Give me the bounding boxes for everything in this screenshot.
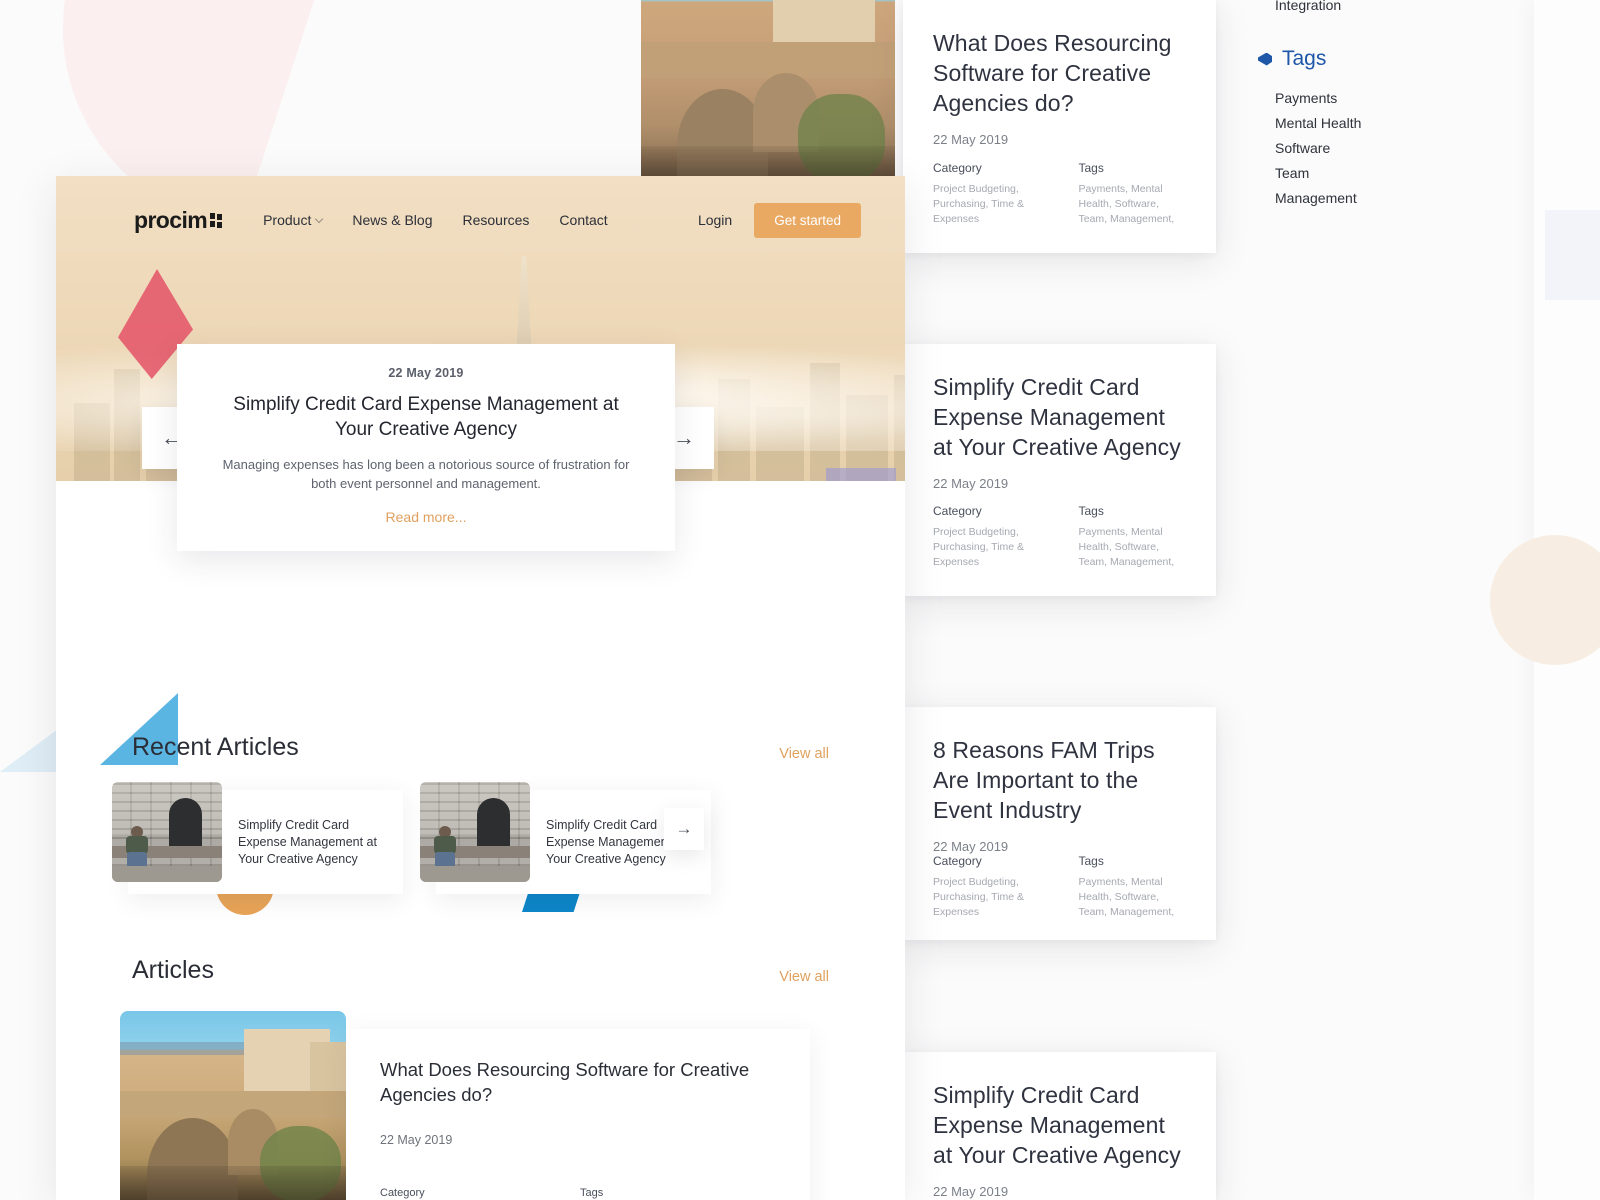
chevron-down-icon (315, 214, 324, 223)
tags-title: Tags (1282, 47, 1327, 70)
featured-article-meta: Category Project Budgeting, Purchasing, … (380, 1187, 776, 1200)
category-value: Project Budgeting, Purchasing, Time & Ex… (933, 876, 1025, 918)
main-app-panel: procim Product News & Blog Resources Con… (56, 176, 905, 1200)
article-meta: Category Project Budgeting, Purchasing, … (933, 504, 1186, 574)
article-thumbnail-bridge (641, 0, 895, 204)
sidebar-fragment: Integration Tags Payments Mental Health … (1258, 0, 1488, 210)
logo[interactable]: procim (134, 207, 223, 234)
tag-icon (1258, 52, 1272, 66)
read-more-link[interactable]: Read more... (217, 509, 635, 525)
article-date: 22 May 2019 (933, 476, 1009, 491)
floating-article-card[interactable]: Simplify Credit Card Expense Management … (903, 1052, 1216, 1200)
recent-articles-header: Recent Articles View all (56, 733, 905, 762)
section-title: Articles (132, 956, 214, 984)
featured-article-title: What Does Resourcing Software for Creati… (380, 1059, 750, 1105)
tags-value: Payments, Mental Health, Software, Team,… (1078, 526, 1175, 568)
category-label: Category (380, 1187, 425, 1199)
recent-articles-section: Recent Articles View all Simplify Credit… (56, 693, 905, 915)
article-date: 22 May 2019 (933, 1184, 1009, 1199)
sidebar-tag-software[interactable]: Software (1258, 135, 1488, 160)
featured-article-date: 22 May 2019 (380, 1133, 453, 1147)
peach-circle-shape (1490, 535, 1600, 665)
tags-label: Tags (1078, 854, 1104, 868)
article-date: 22 May 2019 (933, 132, 1009, 147)
category-value: Project Budgeting, Purchasing, Time & Ex… (933, 526, 1025, 568)
sidebar-tag-management[interactable]: Management (1258, 185, 1488, 210)
hero-slide-card[interactable]: 22 May 2019 Simplify Credit Card Expense… (177, 344, 675, 551)
tags-label: Tags (1078, 161, 1104, 175)
featured-article-card[interactable]: What Does Resourcing Software for Creati… (346, 1029, 810, 1200)
lilac-rect-shape (1545, 210, 1600, 300)
sidebar-tag-team[interactable]: Team (1258, 160, 1488, 185)
category-label: Category (933, 161, 982, 175)
logo-text: procim (134, 206, 208, 233)
category-label: Category (933, 854, 982, 868)
slide-date: 22 May 2019 (388, 366, 464, 380)
tags-value: Payments, Mental Health, Software, Team,… (1078, 183, 1175, 225)
category-label: Category (933, 504, 982, 518)
recent-article-card[interactable]: Simplify Credit Card Expense Management … (112, 782, 403, 894)
article-thumbnail (112, 782, 222, 882)
nav-item-product[interactable]: Product (263, 212, 324, 228)
floating-article-card[interactable]: 8 Reasons FAM Trips Are Important to the… (903, 707, 1216, 940)
sidebar-item-integration[interactable]: Integration (1258, 0, 1488, 17)
articles-section: Articles View all What Does Resourcing S… (56, 956, 905, 1200)
page-canvas: What Does Resourcing Software for Creati… (0, 0, 1600, 1200)
site-navbar: procim Product News & Blog Resources Con… (56, 176, 905, 238)
nav-links: Product News & Blog Resources Contact (263, 212, 608, 228)
articles-view-all-link[interactable]: View all (779, 969, 829, 985)
category-value: Project Budgeting, Purchasing, Time & Ex… (933, 183, 1025, 225)
featured-article: What Does Resourcing Software for Creati… (56, 1011, 905, 1200)
article-meta: Category Project Budgeting, Purchasing, … (933, 161, 1186, 231)
nav-item-resources[interactable]: Resources (463, 212, 530, 228)
nav-item-news-blog[interactable]: News & Blog (352, 212, 432, 228)
article-meta: Category Project Budgeting, Purchasing, … (933, 854, 1186, 924)
tags-heading: Tags (1258, 47, 1488, 71)
article-title: 8 Reasons FAM Trips Are Important to the… (933, 737, 1155, 823)
tags-label: Tags (580, 1187, 604, 1199)
slide-title: Simplify Credit Card Expense Management … (233, 394, 619, 440)
featured-article-thumbnail (120, 1011, 346, 1200)
article-title: Simplify Credit Card Expense Management … (933, 374, 1181, 460)
recent-articles-next-button[interactable]: → (664, 808, 704, 850)
recent-view-all-link[interactable]: View all (779, 746, 829, 762)
article-title: What Does Resourcing Software for Creati… (933, 30, 1172, 116)
article-title: Simplify Credit Card Expense Management … (933, 1082, 1181, 1168)
nav-item-label: Product (263, 212, 312, 228)
get-started-button[interactable]: Get started (754, 202, 861, 238)
sidebar-tag-payments[interactable]: Payments (1258, 85, 1488, 110)
purple-rect-shape (826, 468, 896, 481)
article-thumbnail (420, 782, 530, 882)
floating-article-card[interactable]: What Does Resourcing Software for Creati… (903, 0, 1216, 253)
floating-article-card[interactable]: Simplify Credit Card Expense Management … (903, 344, 1216, 596)
login-link[interactable]: Login (698, 212, 732, 228)
sidebar-tag-mental-health[interactable]: Mental Health (1258, 110, 1488, 135)
tags-value: Payments, Mental Health, Software, Team,… (1078, 876, 1175, 918)
tags-label: Tags (1078, 504, 1104, 518)
slide-description: Managing expenses has long been a notori… (222, 457, 630, 491)
nav-item-contact[interactable]: Contact (559, 212, 607, 228)
recent-articles-row: Simplify Credit Card Expense Management … (56, 782, 905, 915)
articles-header: Articles View all (56, 956, 905, 985)
nav-actions: Login Get started (698, 202, 861, 238)
article-date: 22 May 2019 (933, 839, 1009, 854)
logo-mark-icon (210, 212, 223, 228)
section-title: Recent Articles (132, 733, 299, 761)
